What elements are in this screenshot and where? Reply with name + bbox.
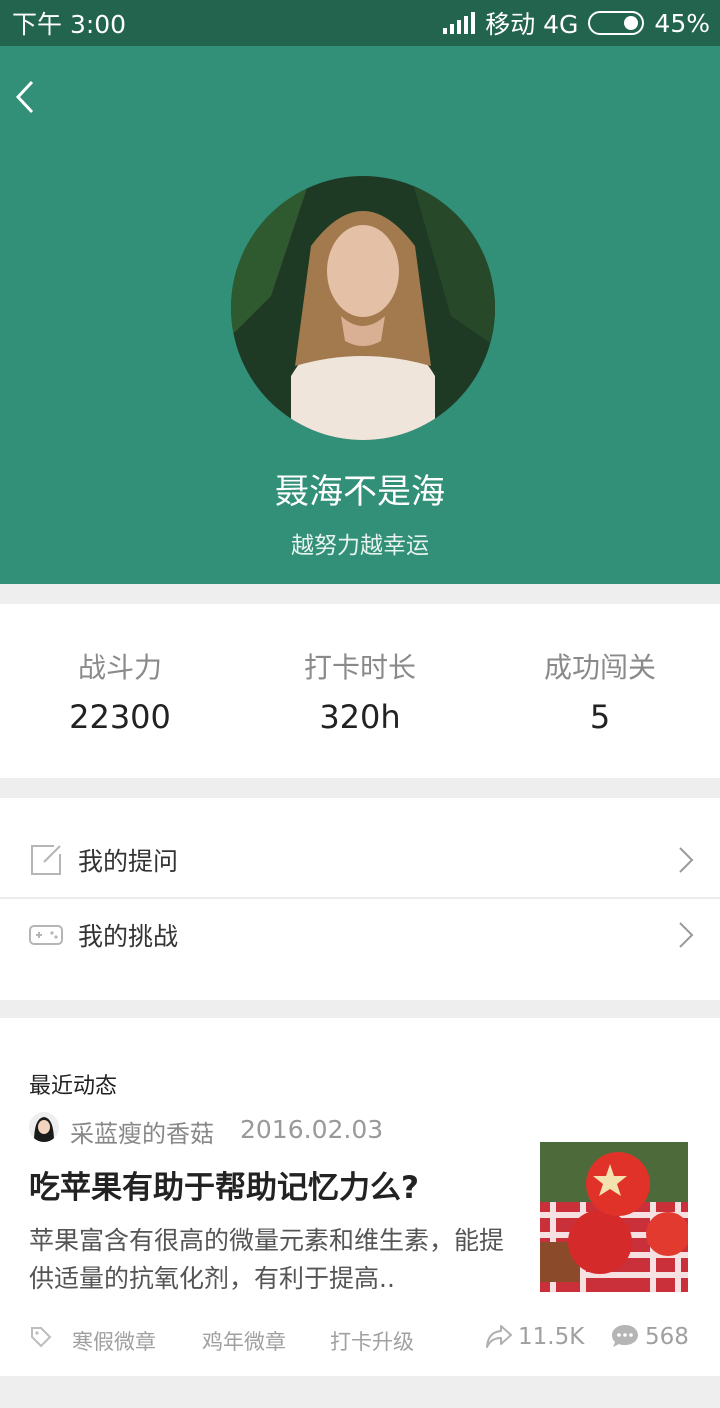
comment-count: 568	[645, 1324, 689, 1350]
status-bar: 下午 3:00 移动 4G 45%	[0, 0, 720, 46]
post-tag[interactable]: 寒假微章	[72, 1326, 156, 1356]
post-date: 2016.02.03	[240, 1115, 384, 1144]
profile-header: 聂海不是海 越努力越幸运	[0, 46, 720, 584]
stats-card: 战斗力 22300 打卡时长 320h 成功闯关 5	[0, 604, 720, 778]
menu-item-my-questions[interactable]: 我的提问	[0, 824, 720, 896]
stat-value: 320h	[319, 698, 401, 736]
stat-label: 打卡时长	[303, 651, 416, 684]
tag-icon	[31, 1327, 52, 1348]
battery-icon	[588, 11, 645, 35]
recent-activity-card: 最近动态 采蓝瘦的香菇 2016.02.03 吃苹果有助于帮助记忆力么? 苹果富…	[0, 1018, 720, 1376]
status-indicators: 移动 4G 45%	[443, 5, 710, 41]
stat-label: 战斗力	[77, 651, 162, 684]
section-title: 最近动态	[29, 1074, 118, 1099]
user-name: 聂海不是海	[275, 472, 445, 512]
stat-value: 22300	[69, 698, 171, 736]
status-time: 下午 3:00	[12, 10, 127, 39]
carrier-label: 移动 4G	[485, 10, 579, 39]
comment-icon[interactable]	[611, 1323, 639, 1349]
chevron-right-icon	[679, 847, 694, 873]
signal-icon	[443, 12, 476, 34]
user-motto: 越努力越幸运	[291, 533, 429, 559]
edit-icon	[31, 845, 61, 875]
profile-avatar[interactable]	[231, 176, 495, 440]
stat-checkin-hours[interactable]: 打卡时长 320h	[240, 604, 480, 778]
gamepad-icon	[29, 925, 63, 945]
menu-item-my-challenges[interactable]: 我的挑战	[0, 899, 720, 971]
menu-card: 我的提问 我的挑战	[0, 798, 720, 1000]
menu-item-label: 我的挑战	[78, 922, 179, 951]
post-tag[interactable]: 打卡升级	[330, 1326, 414, 1356]
share-count: 11.5K	[518, 1324, 585, 1350]
author-name[interactable]: 采蓝瘦的香菇	[70, 1114, 214, 1149]
post-tag[interactable]: 鸡年微章	[202, 1326, 286, 1356]
stat-label: 成功闯关	[543, 651, 656, 684]
menu-item-label: 我的提问	[78, 847, 179, 876]
battery-percent: 45%	[654, 8, 710, 38]
stat-value: 5	[589, 698, 611, 736]
post-thumbnail[interactable]	[540, 1142, 688, 1292]
share-icon[interactable]	[485, 1322, 513, 1350]
author-avatar[interactable]	[29, 1112, 59, 1142]
post-title[interactable]: 吃苹果有助于帮助记忆力么?	[29, 1162, 419, 1207]
back-icon[interactable]	[8, 72, 48, 122]
post-excerpt[interactable]: 苹果富含有很高的微量元素和维生素，能提供适量的抗氧化剂，有利于提高..	[29, 1222, 519, 1298]
stat-levels-passed[interactable]: 成功闯关 5	[480, 604, 720, 778]
stat-power[interactable]: 战斗力 22300	[0, 604, 240, 778]
chevron-right-icon	[679, 922, 694, 948]
